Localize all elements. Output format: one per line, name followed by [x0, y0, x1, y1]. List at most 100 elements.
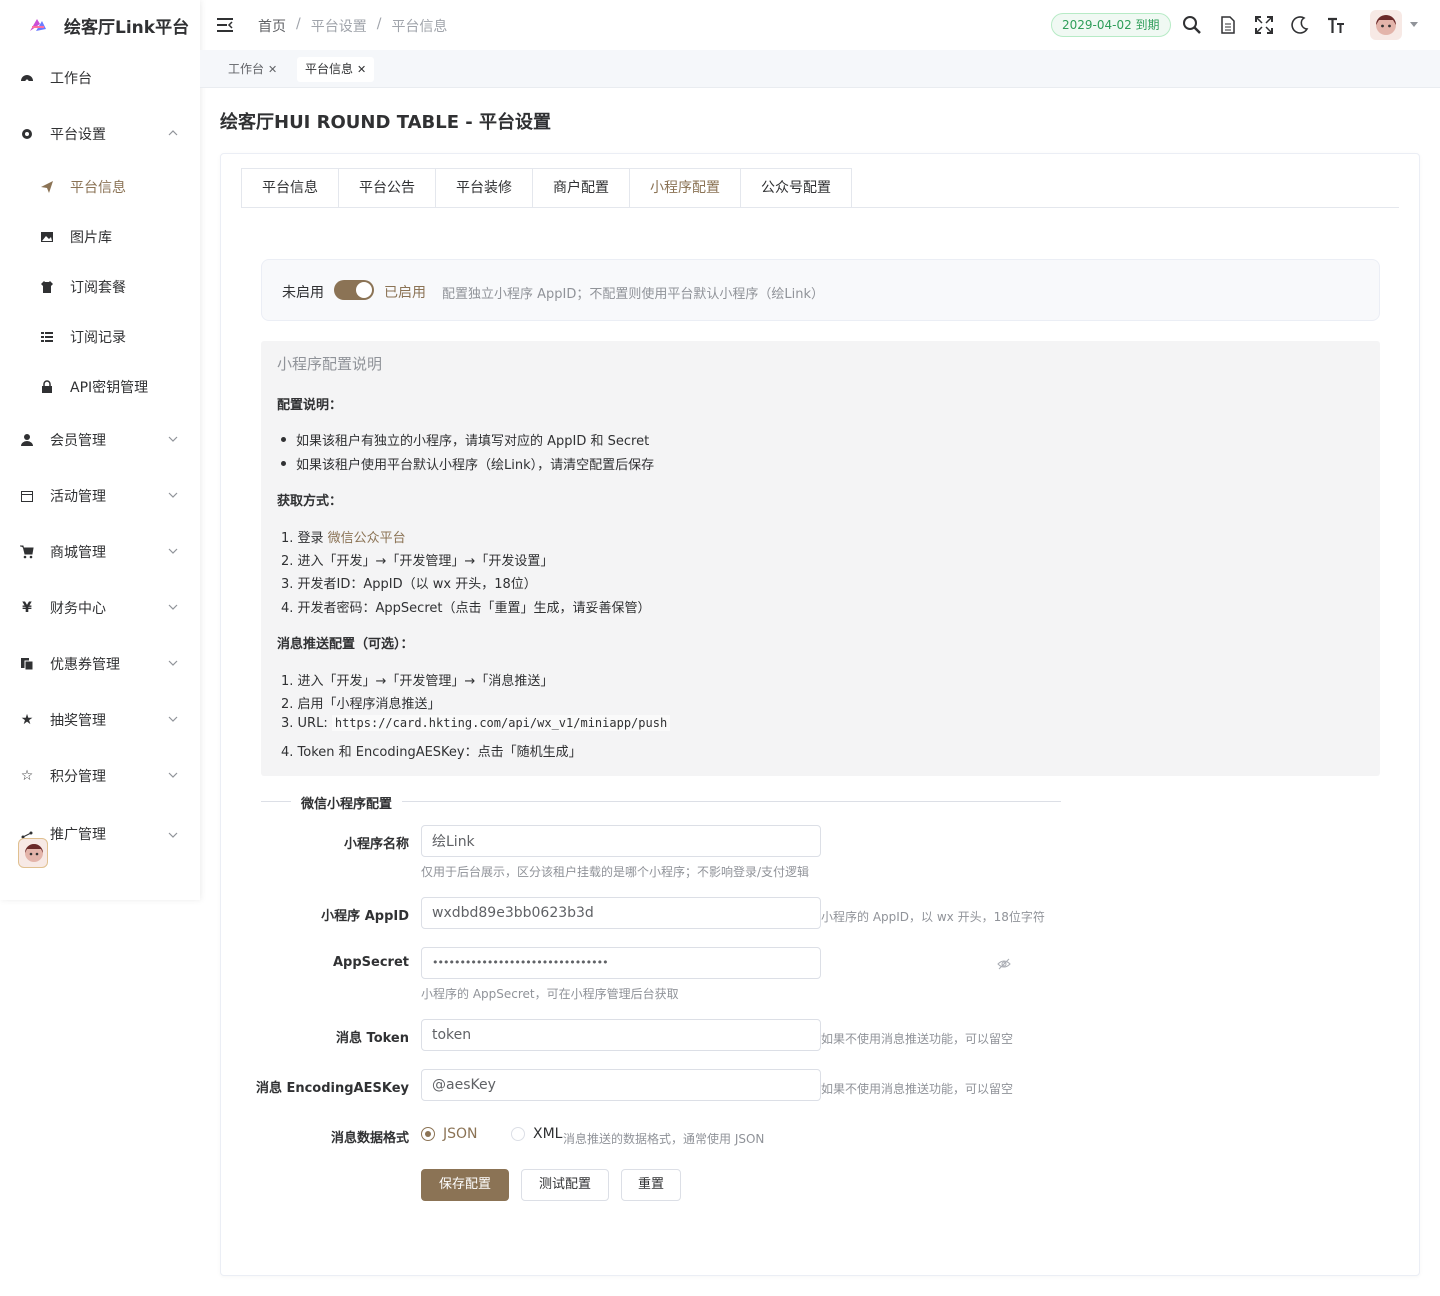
list-item-text: 1. 登录 [281, 531, 328, 546]
lock-icon [40, 380, 54, 394]
radio-label: JSON [443, 1126, 478, 1142]
eye-off-icon[interactable] [997, 957, 1011, 971]
toggle-knob [356, 282, 372, 298]
list-item: 1. 登录 微信公众平台 [281, 527, 406, 546]
header: 首页 / 平台设置 / 平台信息 2029-04-02 到期 [200, 0, 1440, 50]
aeskey-label: 消息 EncodingAESKey [255, 1081, 409, 1096]
chevron-down-icon [168, 436, 178, 442]
miniapp-name-input[interactable] [421, 825, 821, 857]
dark-mode-icon[interactable] [1290, 15, 1310, 35]
sidebar-subitem-subscription-records[interactable]: 订阅记录 [0, 312, 200, 362]
list-item-text: 3. URL: [281, 716, 332, 731]
list-item: 1. 进入「开发」→「开发管理」→「消息推送」 [281, 674, 554, 689]
sidebar-item-label: 推广管理 [50, 827, 106, 843]
close-icon[interactable]: ✕ [357, 63, 366, 76]
breadcrumb-home[interactable]: 首页 [258, 16, 286, 36]
test-config-button[interactable]: 测试配置 [521, 1169, 609, 1201]
appsecret-label: AppSecret [332, 955, 409, 970]
star-outline-icon: ☆ [20, 768, 34, 784]
list-item: 4. 开发者密码：AppSecret（点击「重置」生成，请妥善保管） [281, 601, 651, 616]
token-input[interactable] [421, 1019, 821, 1051]
logo[interactable]: 绘客厅Link平台 [0, 0, 200, 50]
tab-official-account-config[interactable]: 公众号配置 [740, 168, 852, 208]
floating-avatar[interactable] [18, 838, 48, 868]
sidebar-item-coupons[interactable]: 优惠券管理 [0, 636, 200, 692]
yen-icon: ¥ [22, 600, 32, 616]
aeskey-input[interactable] [421, 1069, 821, 1101]
tag-label: 工作台 [228, 62, 265, 76]
cart-icon [20, 545, 34, 559]
menu-collapse-icon[interactable] [216, 16, 234, 34]
close-icon[interactable]: ✕ [268, 63, 277, 76]
switch-hint: 配置独立小程序 AppID；不配置则使用平台默认小程序（绘Link） [442, 287, 824, 302]
tag-label: 平台信息 [305, 62, 354, 76]
search-icon[interactable] [1182, 15, 1202, 35]
save-config-button[interactable]: 保存配置 [421, 1169, 509, 1201]
tab-platform-notice[interactable]: 平台公告 [338, 168, 435, 208]
sidebar-item-label: 抽奖管理 [50, 713, 106, 729]
sidebar-item-members[interactable]: 会员管理 [0, 412, 200, 468]
sidebar-subitem-image-library[interactable]: 图片库 [0, 212, 200, 262]
sidebar-subitem-api-keys[interactable]: API密钥管理 [0, 362, 200, 412]
app-title: 绘客厅Link平台 [64, 17, 190, 38]
settings-tabs: 平台信息 平台公告 平台装修 商户配置 小程序配置 公众号配置 [241, 168, 852, 208]
sidebar-subitem-label: 平台信息 [70, 180, 126, 196]
enable-switch-panel: 未启用 已启用 配置独立小程序 AppID；不配置则使用平台默认小程序（绘Lin… [261, 259, 1380, 321]
instructions-title: 小程序配置说明 [277, 355, 383, 373]
section-title: 微信小程序配置 [291, 793, 403, 812]
tag-dashboard[interactable]: 工作台 ✕ [220, 57, 285, 82]
dashboard-icon [20, 71, 34, 85]
format-label: 消息数据格式 [330, 1131, 409, 1146]
sidebar-item-platform-settings[interactable]: 平台设置 [0, 106, 200, 162]
sidebar-item-mall[interactable]: 商城管理 [0, 524, 200, 580]
sidebar-subitem-subscription-plans[interactable]: 订阅套餐 [0, 262, 200, 312]
format-radio-json[interactable]: JSON [421, 1126, 478, 1142]
sidebar-subitem-label: 订阅套餐 [70, 280, 126, 296]
user-menu-caret-icon[interactable] [1410, 22, 1418, 27]
tab-miniapp-config[interactable]: 小程序配置 [629, 168, 740, 208]
list-item-text: 如果该租户使用平台默认小程序（绘Link），请清空配置后保存 [296, 458, 655, 473]
sidebar-item-lottery[interactable]: ★ 抽奖管理 [0, 692, 200, 748]
chevron-down-icon [168, 716, 178, 722]
appsecret-masked-value: •••••••••••••••••••••••••••••••• [432, 956, 609, 969]
list-item: 2. 启用「小程序消息推送」 [281, 697, 441, 712]
gear-icon [20, 127, 34, 141]
token-help: 如果不使用消息推送功能，可以留空 [821, 1032, 1014, 1046]
tab-platform-info[interactable]: 平台信息 [241, 168, 338, 208]
document-icon[interactable] [1218, 15, 1238, 35]
expire-badge: 2029-04-02 到期 [1051, 13, 1171, 37]
sidebar-subitem-platform-info[interactable]: 平台信息 [0, 162, 200, 212]
reset-button[interactable]: 重置 [621, 1169, 681, 1201]
sidebar-subitem-label: API密钥管理 [70, 380, 149, 396]
aeskey-help: 如果不使用消息推送功能，可以留空 [821, 1082, 1014, 1096]
tab-platform-decoration[interactable]: 平台装修 [435, 168, 532, 208]
breadcrumb-platform-settings[interactable]: 平台设置 [311, 16, 367, 36]
sidebar-subitem-label: 订阅记录 [70, 330, 126, 346]
appid-help: 小程序的 AppID，以 wx 开头，18位字符 [821, 910, 1045, 924]
appsecret-input[interactable]: •••••••••••••••••••••••••••••••• [421, 947, 1011, 979]
tabs-divider [241, 207, 1399, 208]
tab-merchant-config[interactable]: 商户配置 [532, 168, 629, 208]
sidebar-item-activities[interactable]: 活动管理 [0, 468, 200, 524]
coupon-icon [20, 657, 34, 671]
chevron-down-icon [168, 548, 178, 554]
fullscreen-icon[interactable] [1254, 15, 1274, 35]
radio-dot [421, 1127, 435, 1141]
star-filled-icon: ★ [20, 712, 34, 728]
font-size-icon[interactable] [1326, 15, 1346, 35]
appid-input[interactable] [421, 897, 821, 929]
user-avatar[interactable] [1370, 10, 1402, 40]
sidebar-item-dashboard[interactable]: 工作台 [0, 50, 200, 106]
sidebar-item-label: 活动管理 [50, 489, 106, 505]
wechat-platform-link[interactable]: 微信公众平台 [328, 531, 406, 546]
sidebar-item-label: 财务中心 [50, 601, 106, 617]
sidebar-item-finance[interactable]: ¥ 财务中心 [0, 580, 200, 636]
tag-platform-info[interactable]: 平台信息 ✕ [297, 57, 375, 82]
sidebar-item-label: 优惠券管理 [50, 657, 120, 673]
format-radio-xml[interactable]: XML [511, 1126, 562, 1142]
sidebar-item-label: 会员管理 [50, 433, 106, 449]
sidebar-item-points[interactable]: ☆ 积分管理 [0, 748, 200, 804]
user-icon [20, 433, 34, 447]
enable-toggle[interactable] [334, 280, 374, 300]
breadcrumb-platform-info: 平台信息 [391, 19, 448, 35]
